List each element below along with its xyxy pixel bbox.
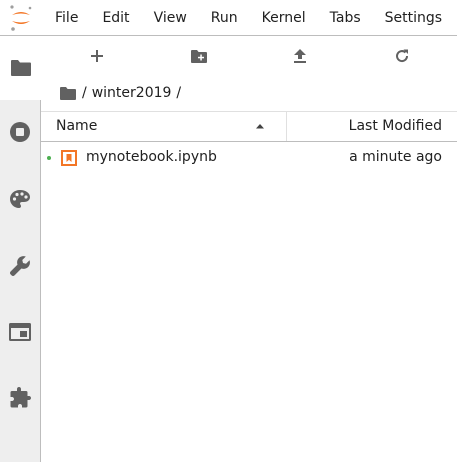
upload-button[interactable] xyxy=(286,44,314,68)
sidebar-tab-open-tabs[interactable] xyxy=(0,300,40,364)
new-launcher-button[interactable] xyxy=(83,44,111,68)
running-indicator-icon xyxy=(47,156,51,160)
breadcrumb-current-folder[interactable]: winter2019 xyxy=(92,85,172,101)
file-last-modified: a minute ago xyxy=(349,149,442,165)
breadcrumb: / winter2019 / xyxy=(59,80,186,106)
sidebar-tab-extensions[interactable] xyxy=(0,366,40,430)
sort-ascending-icon xyxy=(256,124,264,129)
menu-view[interactable]: View xyxy=(154,0,187,36)
plus-icon xyxy=(91,50,103,62)
notebook-icon xyxy=(61,150,77,166)
extension-puzzle-icon xyxy=(10,387,31,408)
sidebar-tab-file-browser[interactable] xyxy=(0,36,41,100)
file-browser-toolbar xyxy=(41,36,457,76)
refresh-button[interactable] xyxy=(388,44,416,68)
file-browser-panel: / winter2019 / Name Last Modified mynote… xyxy=(41,36,457,462)
menu-tabs[interactable]: Tabs xyxy=(330,0,361,36)
refresh-icon xyxy=(396,49,409,63)
jupyter-logo-icon[interactable] xyxy=(8,4,34,32)
menu-settings[interactable]: Settings xyxy=(385,0,442,36)
sidebar-tab-running[interactable] xyxy=(0,100,40,164)
breadcrumb-separator: / xyxy=(82,85,87,101)
main-menu: File Edit View Run Kernel Tabs Settings xyxy=(55,0,442,36)
upload-icon xyxy=(294,49,306,63)
wrench-icon xyxy=(10,256,30,276)
stop-circle-icon xyxy=(10,122,30,142)
palette-icon xyxy=(10,190,30,208)
new-folder-icon xyxy=(191,49,207,63)
menu-run[interactable]: Run xyxy=(211,0,238,36)
breadcrumb-home-folder-icon[interactable] xyxy=(59,86,77,101)
column-header-name[interactable]: Name xyxy=(41,112,287,141)
tab-window-icon xyxy=(9,323,31,341)
file-list-header: Name Last Modified xyxy=(41,111,457,142)
left-activity-bar xyxy=(0,36,41,462)
file-name: mynotebook.ipynb xyxy=(86,149,217,165)
folder-icon xyxy=(10,60,31,76)
breadcrumb-trailing-separator: / xyxy=(176,85,182,101)
menu-file[interactable]: File xyxy=(55,0,78,36)
new-folder-button[interactable] xyxy=(185,44,213,68)
column-header-name-label: Name xyxy=(56,118,98,134)
top-menu-bar: File Edit View Run Kernel Tabs Settings xyxy=(0,0,457,36)
sidebar-tab-property-inspector[interactable] xyxy=(0,234,40,298)
sidebar-tab-commands[interactable] xyxy=(0,167,40,231)
menu-edit[interactable]: Edit xyxy=(102,0,129,36)
file-list-item[interactable]: mynotebook.ipynb a minute ago xyxy=(41,144,457,172)
column-header-last-modified[interactable]: Last Modified xyxy=(349,118,442,134)
menu-kernel[interactable]: Kernel xyxy=(262,0,306,36)
